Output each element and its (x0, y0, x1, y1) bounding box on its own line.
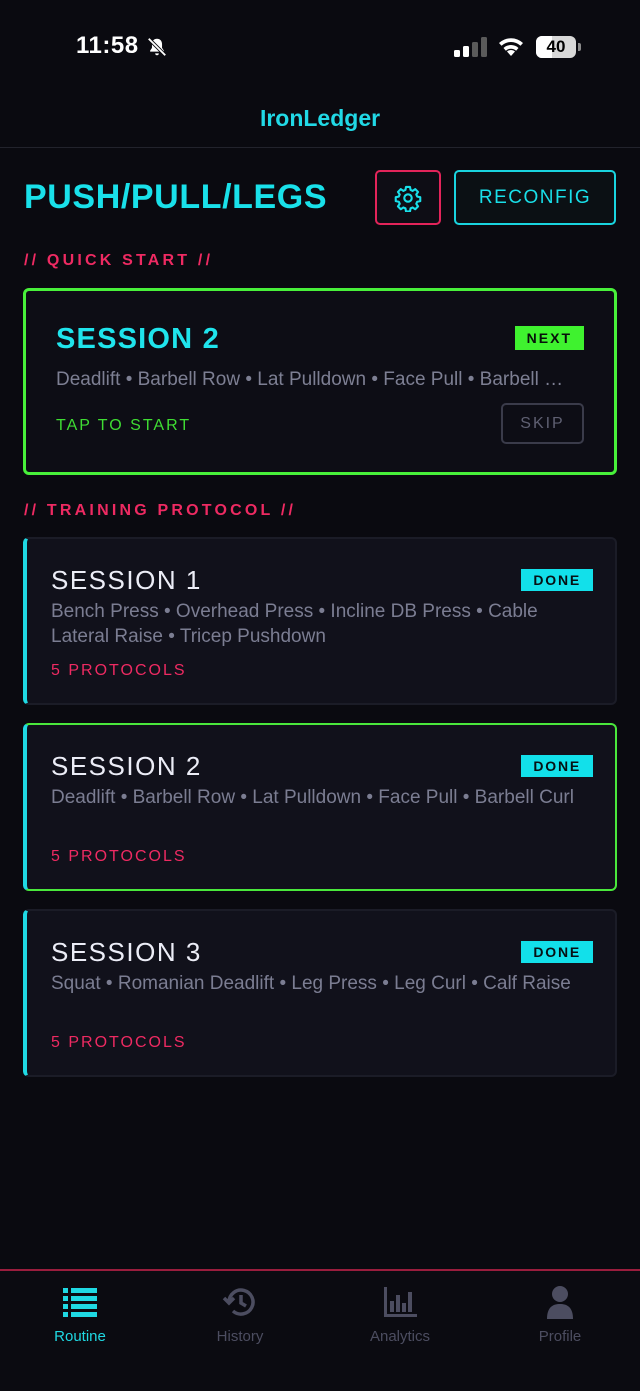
protocols-count: 5 PROTOCOLS (51, 1034, 187, 1051)
session-card[interactable]: SESSION 1 DONE Bench Press • Overhead Pr… (23, 537, 617, 705)
nav-item-history[interactable]: History (160, 1285, 320, 1345)
done-badge: DONE (521, 755, 593, 777)
protocols-count: 5 PROTOCOLS (51, 848, 187, 865)
battery-cap (578, 43, 581, 51)
settings-button[interactable] (375, 170, 441, 225)
list-icon (63, 1288, 97, 1317)
cellular-signal-icon (454, 37, 487, 57)
person-icon (547, 1286, 573, 1319)
status-bar: 11:58 40 (0, 0, 640, 95)
quick-start-session-title: SESSION 2 (56, 323, 220, 355)
session-title: SESSION 2 (51, 751, 202, 781)
routine-title: PUSH/PULL/LEGS (24, 178, 328, 216)
nav-item-routine[interactable]: Routine (0, 1285, 160, 1345)
wifi-icon (499, 38, 523, 56)
session-card-current[interactable]: SESSION 2 DONE Deadlift • Barbell Row • … (23, 723, 617, 891)
quick-start-exercises: Deadlift • Barbell Row • Lat Pulldown • … (56, 369, 576, 390)
session-exercises: Bench Press • Overhead Press • Incline D… (51, 601, 538, 647)
status-time: 11:58 (76, 32, 139, 59)
battery-indicator: 40 (536, 36, 576, 58)
bottom-nav: Routine History Analytics Profile (0, 1269, 640, 1391)
protocols-count: 5 PROTOCOLS (51, 662, 187, 679)
app-title: IronLedger (259, 105, 381, 131)
done-badge: DONE (521, 569, 593, 591)
nav-item-analytics[interactable]: Analytics (320, 1285, 480, 1345)
session-title: SESSION 1 (51, 565, 202, 595)
gear-icon (394, 185, 422, 212)
next-badge: NEXT (514, 326, 584, 350)
bar-chart-icon (384, 1287, 417, 1317)
bell-muted-icon (147, 37, 167, 57)
nav-label: Routine (54, 1328, 106, 1345)
skip-button[interactable]: SKIP (501, 403, 584, 444)
nav-label: Profile (538, 1328, 582, 1345)
tap-to-start-label[interactable]: TAP TO START (56, 417, 191, 435)
session-exercises: Squat • Romanian Deadlift • Leg Press • … (51, 973, 571, 994)
quick-start-card[interactable]: SESSION 2 NEXT Deadlift • Barbell Row • … (23, 288, 617, 475)
session-title: SESSION 3 (51, 937, 202, 967)
nav-label: Analytics (369, 1328, 431, 1345)
training-protocol-label: // TRAINING PROTOCOL // (24, 502, 297, 519)
quick-start-label: // QUICK START // (24, 252, 214, 269)
session-exercises: Deadlift • Barbell Row • Lat Pulldown • … (51, 787, 574, 808)
session-card[interactable]: SESSION 3 DONE Squat • Romanian Deadlift… (23, 909, 617, 1077)
nav-label: History (216, 1328, 264, 1345)
history-icon (222, 1288, 255, 1316)
done-badge: DONE (521, 941, 593, 963)
nav-item-profile[interactable]: Profile (480, 1285, 640, 1345)
reconfig-button[interactable]: RECONFIG (454, 170, 616, 225)
app-header: IronLedger (0, 95, 640, 148)
